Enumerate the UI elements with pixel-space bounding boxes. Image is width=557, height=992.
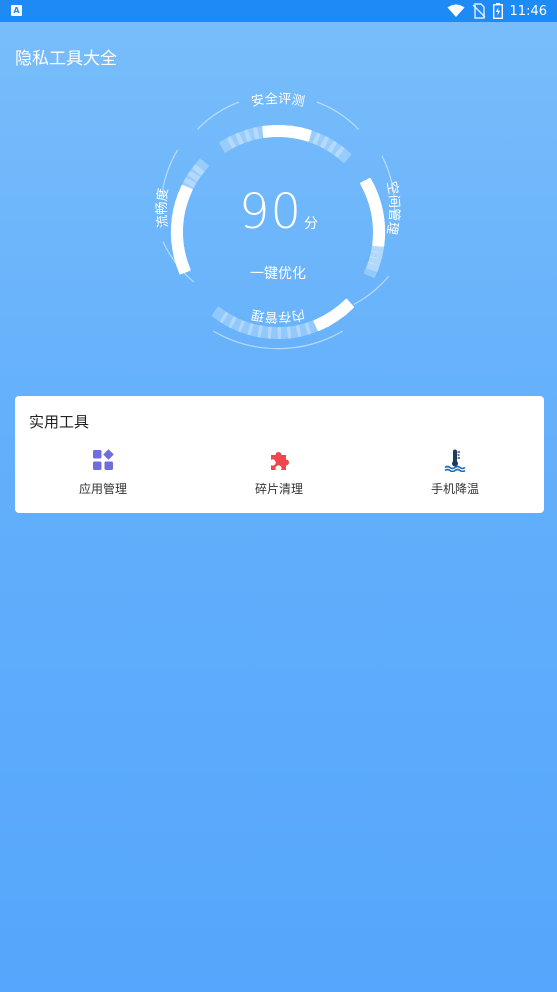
tool-phone-cooling[interactable]: 手机降温 xyxy=(395,448,515,498)
score-unit: 分 xyxy=(304,216,319,232)
score-display: 90 分 xyxy=(0,184,557,240)
tools-card: 实用工具 应用管理 碎片清理 手机降温 xyxy=(15,396,544,513)
app-grid-icon xyxy=(93,449,114,470)
tool-app-management[interactable]: 应用管理 xyxy=(43,448,163,498)
one-click-optimize-button[interactable]: 一键优化 xyxy=(228,262,328,286)
score-value: 90 xyxy=(238,184,303,240)
tool-phone-cooling-label: 手机降温 xyxy=(430,482,479,496)
thermometer-icon xyxy=(444,449,466,472)
tool-fragment-cleanup-label: 碎片清理 xyxy=(254,482,303,496)
gauge-label-memory: 内存管理 xyxy=(250,306,306,324)
tool-app-management-label: 应用管理 xyxy=(78,482,127,496)
tools-title: 实用工具 xyxy=(29,413,90,431)
tool-fragment-cleanup[interactable]: 碎片清理 xyxy=(219,448,339,498)
puzzle-icon xyxy=(271,452,289,470)
gauge-label-safety: 安全评测 xyxy=(250,91,306,110)
